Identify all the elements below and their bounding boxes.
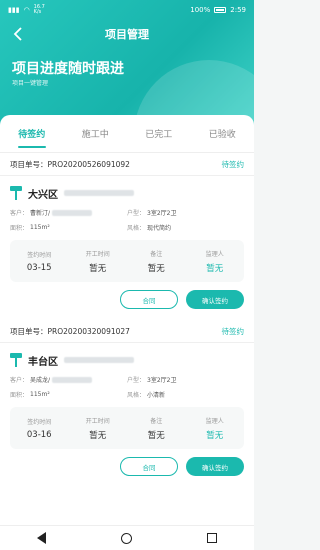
hero-title: 项目进度随时跟进: [12, 61, 124, 77]
project-card: 项目单号：PRO20200526091092 待签约 大兴区 客户： 曹新汀/ 户…: [0, 153, 254, 310]
divider: [0, 175, 254, 176]
back-button[interactable]: [8, 24, 28, 44]
nav-bar: 项目管理: [0, 22, 254, 46]
hero-subtitle: 项目一键管理: [12, 80, 49, 87]
blurred-address: [64, 190, 134, 196]
blurred-phone: [52, 376, 93, 383]
project-stats: 签约时间 03-15 开工时间暂无 备注暂无 监理人暂无: [10, 240, 244, 282]
start-time-label: 开工时间: [85, 250, 110, 258]
battery-percent: 100%: [190, 6, 211, 14]
confirm-sign-button[interactable]: 确认签约: [186, 457, 244, 476]
remark-label: 备注: [150, 417, 163, 425]
confirm-sign-button[interactable]: 确认签约: [186, 290, 244, 309]
style-value: 现代简约: [147, 225, 172, 232]
paint-roller-icon: [10, 353, 22, 367]
content-panel: 待签约 施工中 已完工 已验收 项目单号：PRO20200526091092 待…: [0, 115, 254, 525]
remark-label: 备注: [150, 250, 163, 258]
order-number: 项目单号：PRO20200320091027: [10, 326, 130, 336]
tab-completed[interactable]: 已完工: [127, 115, 191, 152]
tab-in-construction[interactable]: 施工中: [64, 115, 128, 152]
project-card: 项目单号：PRO20200320091027 待签约 丰台区 客户： 吴成龙/ 户…: [0, 320, 254, 477]
blurred-phone: [52, 209, 93, 216]
chevron-left-icon: [13, 27, 22, 41]
start-time-value: 暂无: [89, 430, 107, 441]
system-recents-icon[interactable]: [206, 533, 217, 543]
sign-time-value: 03-15: [26, 262, 52, 273]
system-nav-bar: [0, 525, 254, 550]
blurred-address: [64, 357, 134, 363]
supervisor-value: 暂无: [206, 430, 224, 441]
status-tabs: 待签约 施工中 已完工 已验收: [0, 115, 254, 153]
start-time-value: 暂无: [89, 263, 107, 274]
start-time-label: 开工时间: [85, 417, 110, 425]
customer-value: 曹新汀/: [30, 210, 51, 217]
area-label: 面积：: [10, 392, 29, 399]
contract-button[interactable]: 合同: [120, 457, 178, 476]
customer-label: 客户：: [10, 210, 29, 217]
district-name: 丰台区: [28, 356, 58, 368]
order-status: 待签约: [221, 326, 245, 336]
paint-roller-icon: [10, 186, 22, 200]
sign-time-value: 03-16: [26, 429, 52, 440]
project-stats: 签约时间 03-16 开工时间暂无 备注暂无 监理人暂无: [10, 407, 244, 449]
layout-label: 户型：: [127, 210, 146, 217]
style-label: 风格：: [127, 225, 146, 232]
layout-value: 3室2厅2卫: [147, 210, 177, 217]
battery-icon: [214, 7, 227, 13]
remark-value: 暂无: [147, 263, 165, 274]
style-value: 小清新: [147, 392, 166, 399]
remark-value: 暂无: [147, 430, 165, 441]
signal-icon: ▮▮▮: [8, 6, 20, 14]
area-value: 115m²: [30, 224, 50, 231]
supervisor-value: 暂无: [206, 263, 224, 274]
layout-value: 3室2厅2卫: [147, 377, 177, 384]
system-home-icon[interactable]: [120, 532, 132, 544]
layout-label: 户型：: [127, 377, 146, 384]
wifi-icon: ◠: [23, 6, 30, 14]
status-bar: ▮▮▮ ◠ 16.7 K/s 100% 2:59: [0, 0, 254, 20]
network-speed: 16.7 K/s: [33, 4, 45, 15]
style-label: 风格：: [127, 392, 146, 399]
customer-label: 客户：: [10, 377, 29, 384]
sign-time-label: 签约时间: [27, 418, 52, 426]
divider: [0, 342, 254, 343]
area-value: 115m²: [30, 391, 50, 398]
system-back-icon[interactable]: [37, 532, 47, 544]
customer-value: 吴成龙/: [30, 377, 51, 384]
page-title: 项目管理: [105, 28, 149, 41]
sign-time-label: 签约时间: [27, 251, 52, 259]
supervisor-label: 监理人: [205, 250, 224, 258]
district-name: 大兴区: [28, 189, 58, 201]
area-label: 面积：: [10, 225, 29, 232]
tab-pending-sign[interactable]: 待签约: [0, 115, 64, 152]
supervisor-label: 监理人: [205, 417, 224, 425]
contract-button[interactable]: 合同: [120, 290, 178, 309]
order-number: 项目单号：PRO20200526091092: [10, 159, 130, 169]
clock: 2:59: [230, 6, 246, 14]
order-status: 待签约: [221, 159, 245, 169]
tab-accepted[interactable]: 已验收: [191, 115, 255, 152]
